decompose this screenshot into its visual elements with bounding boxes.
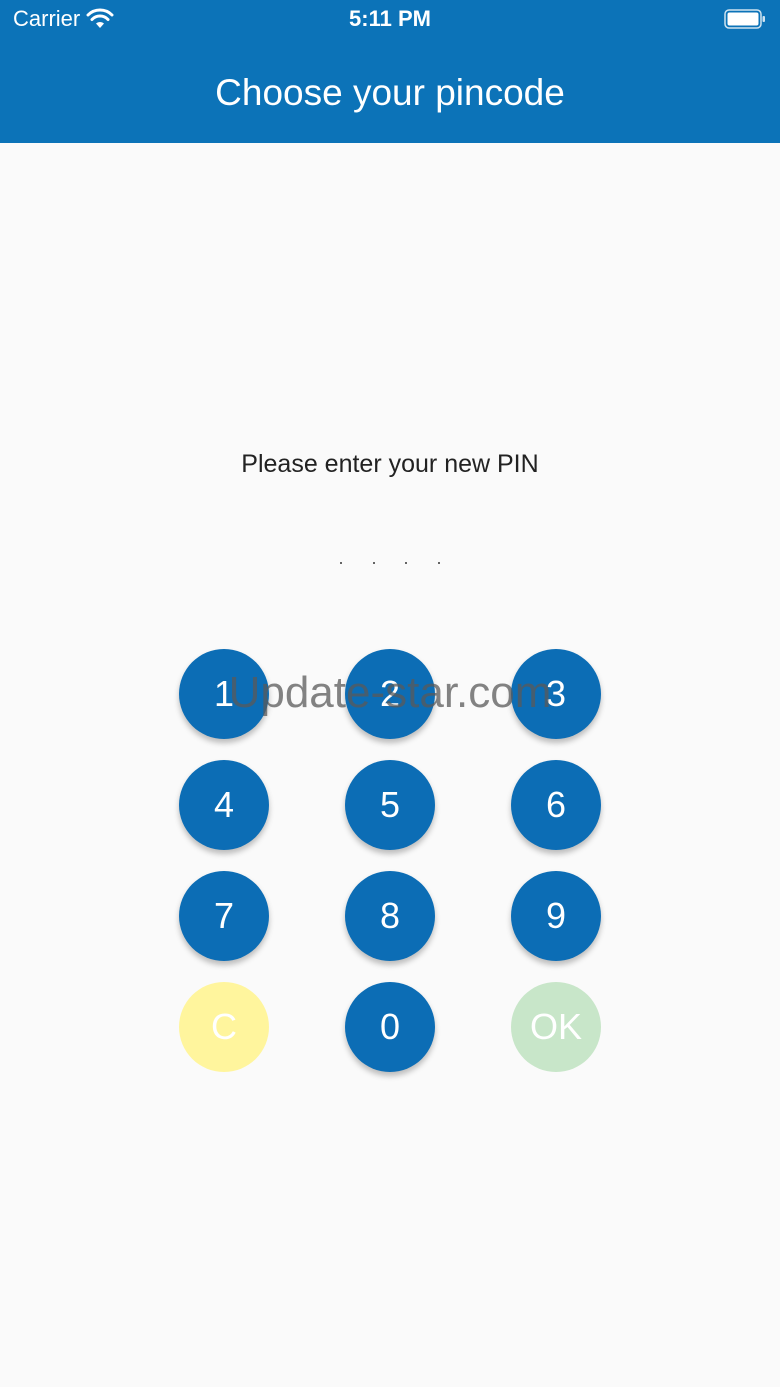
key-7-button[interactable]: 7 xyxy=(179,871,269,961)
pin-prompt: Please enter your new PIN xyxy=(241,450,539,478)
key-1-button[interactable]: 1 xyxy=(179,649,269,739)
key-6-button[interactable]: 6 xyxy=(511,760,601,850)
key-4-button[interactable]: 4 xyxy=(179,760,269,850)
status-time: 5:11 PM xyxy=(349,6,431,31)
key-0-button[interactable]: 0 xyxy=(345,982,435,1072)
key-5-button[interactable]: 5 xyxy=(345,760,435,850)
page-title: Choose your pincode xyxy=(215,72,565,113)
pin-dot xyxy=(340,562,342,564)
pin-dot xyxy=(405,562,408,564)
header-bar: Carrier 5:11 PM Choose your pincode xyxy=(0,0,780,143)
key-3-button[interactable]: 3 xyxy=(511,649,601,739)
keypad: 1 2 3 4 5 6 7 8 9 C 0 OK xyxy=(179,649,601,1072)
pin-dot xyxy=(372,562,375,564)
ok-button[interactable]: OK xyxy=(511,982,601,1072)
battery-icon xyxy=(724,9,765,29)
pin-dot xyxy=(437,562,440,564)
key-9-button[interactable]: 9 xyxy=(511,871,601,961)
pincode-screen: Carrier 5:11 PM Choose your pincode Plea… xyxy=(0,0,780,1387)
key-8-button[interactable]: 8 xyxy=(345,871,435,961)
clear-button[interactable]: C xyxy=(179,982,269,1072)
pin-indicator xyxy=(340,562,440,572)
key-2-button[interactable]: 2 xyxy=(345,649,435,739)
status-bar: Carrier 5:11 PM xyxy=(0,0,780,40)
